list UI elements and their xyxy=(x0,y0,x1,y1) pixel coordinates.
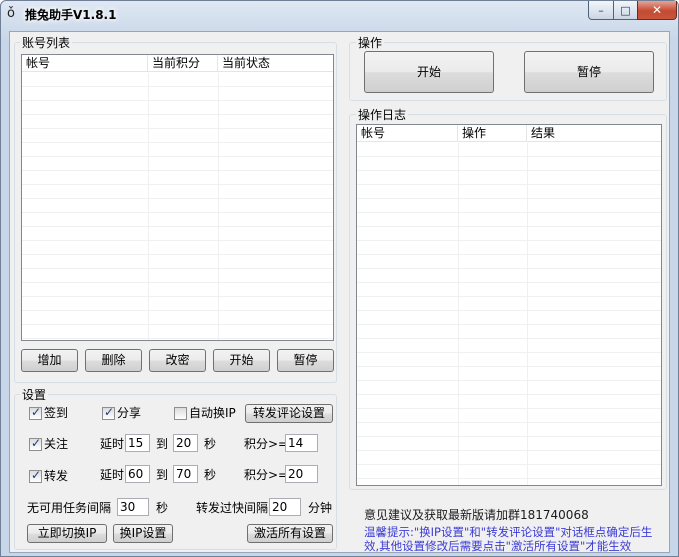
signin-label: 签到 xyxy=(44,406,69,420)
minimize-icon: – xyxy=(598,3,604,17)
repost-points-label: 积分>= xyxy=(244,468,289,482)
repost-delay-from-input[interactable] xyxy=(125,465,150,483)
log-label: 操作日志 xyxy=(356,108,409,122)
auto-ip-checkbox[interactable]: 自动换IP xyxy=(174,406,236,420)
tip-line-2: 效,其他设置修改后需要点击"激活所有设置"才能生效 xyxy=(364,539,632,553)
col-status[interactable]: 当前状态 xyxy=(218,55,333,72)
no-task-unit-label: 秒 xyxy=(156,501,169,515)
switch-ip-now-button[interactable]: 立即切换IP xyxy=(27,524,107,543)
auto-ip-label: 自动换IP xyxy=(189,406,236,420)
settings-label: 设置 xyxy=(20,388,49,402)
share-check-icon xyxy=(102,405,115,420)
repost-check-icon xyxy=(29,468,42,483)
repost-label: 转发 xyxy=(44,469,69,483)
account-list[interactable]: 帐号 当前积分 当前状态 xyxy=(21,54,334,341)
minimize-button[interactable]: – xyxy=(588,1,614,20)
repost-settings-button[interactable]: 转发评论设置 xyxy=(245,404,333,423)
log-list-body xyxy=(357,143,661,485)
feedback-text: 意见建议及获取最新版请加群181740068 xyxy=(364,508,589,522)
window-title: 推兔助手V1.8.1 xyxy=(25,8,117,22)
account-list-header: 帐号 当前积分 当前状态 xyxy=(22,55,333,72)
ip-settings-button[interactable]: 换IP设置 xyxy=(113,524,173,543)
col-log-account[interactable]: 帐号 xyxy=(357,125,458,142)
repost-delay-label: 延时 xyxy=(100,468,125,482)
repost-checkbox[interactable]: 转发 xyxy=(29,468,69,483)
col-points[interactable]: 当前积分 xyxy=(148,55,218,72)
follow-sec-label: 秒 xyxy=(204,437,217,451)
signin-checkbox[interactable]: 签到 xyxy=(29,405,69,420)
follow-checkbox[interactable]: 关注 xyxy=(29,436,69,451)
change-password-button[interactable]: 改密 xyxy=(149,349,206,372)
follow-delay-to-input[interactable] xyxy=(173,434,198,452)
pause-button[interactable]: 暂停 xyxy=(524,51,654,93)
follow-label: 关注 xyxy=(44,437,69,451)
col-divider xyxy=(458,143,459,485)
auto-ip-check-icon xyxy=(174,406,187,420)
no-task-interval-label: 无可用任务间隔 xyxy=(27,501,112,515)
follow-points-label: 积分>= xyxy=(244,437,289,451)
log-list-header: 帐号 操作 结果 xyxy=(357,125,661,142)
col-divider xyxy=(218,73,219,340)
col-divider xyxy=(527,143,528,485)
too-fast-interval-label: 转发过快间隔 xyxy=(196,501,269,515)
too-fast-interval-input[interactable] xyxy=(269,498,301,516)
follow-points-input[interactable] xyxy=(285,434,318,452)
too-fast-unit-label: 分钟 xyxy=(308,501,333,515)
follow-to-label: 到 xyxy=(156,437,169,451)
maximize-button[interactable]: □ xyxy=(613,1,638,20)
col-log-result[interactable]: 结果 xyxy=(527,125,661,142)
operation-log-list[interactable]: 帐号 操作 结果 xyxy=(356,124,662,486)
col-account[interactable]: 帐号 xyxy=(22,55,148,72)
follow-delay-from-input[interactable] xyxy=(125,434,150,452)
maximize-icon: □ xyxy=(620,3,631,17)
share-checkbox[interactable]: 分享 xyxy=(102,405,142,420)
operation-label: 操作 xyxy=(356,36,385,50)
app-window: ǒ 推兔助手V1.8.1 – □ ✕ 账号列表 帐号 当前积分 当前状态 增加 … xyxy=(0,0,679,557)
signin-check-icon xyxy=(29,405,42,420)
start-account-button[interactable]: 开始 xyxy=(213,349,270,372)
repost-delay-to-input[interactable] xyxy=(173,465,198,483)
pause-account-button[interactable]: 暂停 xyxy=(277,349,334,372)
start-button[interactable]: 开始 xyxy=(364,51,494,93)
account-list-body xyxy=(22,73,333,340)
repost-sec-label: 秒 xyxy=(204,468,217,482)
close-icon: ✕ xyxy=(651,3,663,17)
account-list-label: 账号列表 xyxy=(20,36,73,50)
repost-to-label: 到 xyxy=(156,468,169,482)
tip-line-1: 温馨提示:"换IP设置"和"转发评论设置"对话框点确定后生 xyxy=(364,525,653,539)
follow-check-icon xyxy=(29,436,42,451)
close-button[interactable]: ✕ xyxy=(637,1,677,20)
col-log-operation[interactable]: 操作 xyxy=(458,125,527,142)
activate-all-settings-button[interactable]: 激活所有设置 xyxy=(247,524,333,543)
col-divider xyxy=(148,73,149,340)
follow-delay-label: 延时 xyxy=(100,437,125,451)
no-task-interval-input[interactable] xyxy=(117,498,149,516)
repost-points-input[interactable] xyxy=(285,465,318,483)
title-bar[interactable]: ǒ 推兔助手V1.8.1 – □ ✕ xyxy=(1,1,678,31)
app-icon: ǒ xyxy=(7,6,15,21)
client-area: 账号列表 帐号 当前积分 当前状态 增加 删除 改密 开始 暂停 设置 签到 分… xyxy=(9,31,670,553)
add-account-button[interactable]: 增加 xyxy=(21,349,78,372)
share-label: 分享 xyxy=(117,406,142,420)
delete-account-button[interactable]: 删除 xyxy=(85,349,142,372)
